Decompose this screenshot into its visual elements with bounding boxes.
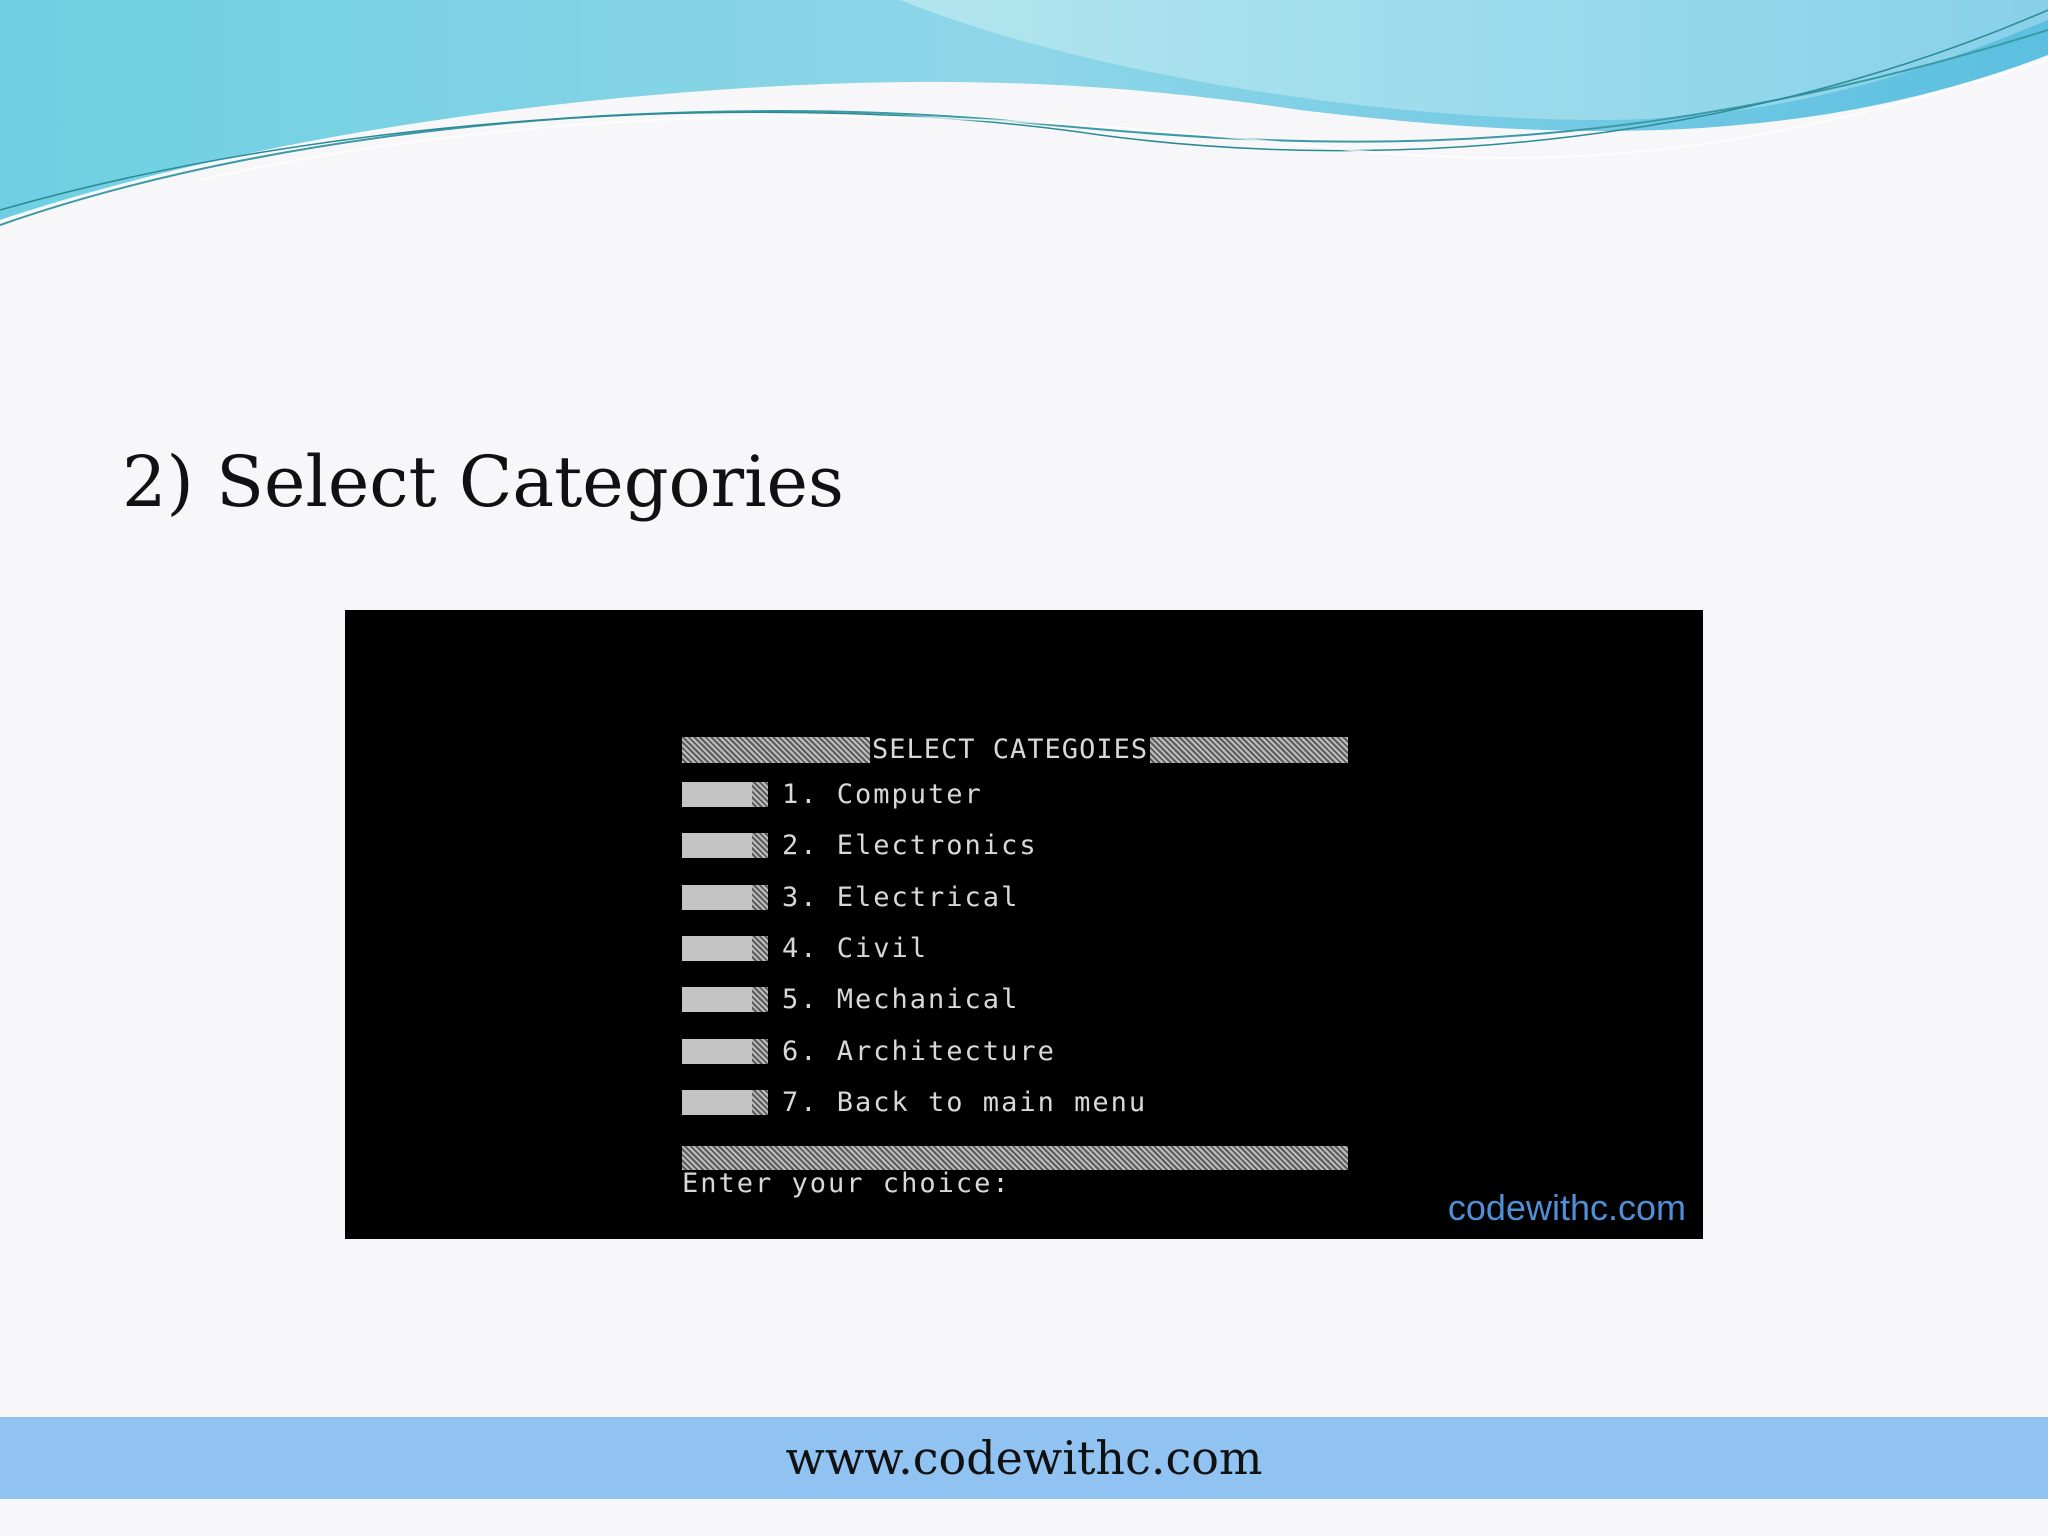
slide-title: 2) Select Categories xyxy=(122,441,844,523)
menu-item-block xyxy=(682,781,752,807)
menu-item-label: 2. Electronics xyxy=(782,829,1038,861)
watermark-text: codewithc.com xyxy=(1447,1187,1686,1228)
menu-item-civil: 4. Civil xyxy=(682,932,929,964)
console-screenshot: SELECT CATEGOIES 1. Computer 2. Electron… xyxy=(345,610,1703,1239)
menu-item-block-shade xyxy=(752,986,768,1012)
menu-item-block-shade xyxy=(752,935,768,961)
menu-item-label: 4. Civil xyxy=(782,932,929,964)
menu-item-block-shade xyxy=(752,1038,768,1064)
decorative-wave-header xyxy=(0,0,2048,226)
menu-item-block xyxy=(682,986,752,1012)
menu-item-block-shade xyxy=(752,781,768,807)
footer-bar: www.codewithc.com xyxy=(0,1417,2048,1499)
console-prompt: Enter your choice: xyxy=(682,1168,1011,1199)
console-header-text: SELECT CATEGOIES xyxy=(872,734,1149,765)
menu-item-block xyxy=(682,832,752,858)
menu-item-block xyxy=(682,935,752,961)
menu-item-block-shade xyxy=(752,1089,768,1115)
menu-item-label: 6. Architecture xyxy=(782,1035,1056,1067)
menu-item-label: 1. Computer xyxy=(782,778,983,810)
menu-item-back-to-main-menu: 7. Back to main menu xyxy=(682,1086,1148,1118)
menu-item-mechanical: 5. Mechanical xyxy=(682,983,1020,1015)
menu-item-label: 5. Mechanical xyxy=(782,983,1020,1015)
menu-item-label: 7. Back to main menu xyxy=(782,1086,1148,1118)
footer-url: www.codewithc.com xyxy=(785,1431,1263,1485)
header-hatch-left xyxy=(682,737,870,763)
console-header-row: SELECT CATEGOIES xyxy=(682,736,1348,764)
menu-item-electronics: 2. Electronics xyxy=(682,829,1038,861)
menu-item-block-shade xyxy=(752,884,768,910)
menu-item-electrical: 3. Electrical xyxy=(682,881,1020,913)
console-divider xyxy=(682,1146,1348,1170)
menu-item-label: 3. Electrical xyxy=(782,881,1020,913)
menu-item-computer: 1. Computer xyxy=(682,778,983,810)
menu-item-block xyxy=(682,884,752,910)
menu-item-architecture: 6. Architecture xyxy=(682,1035,1056,1067)
header-hatch-right xyxy=(1150,737,1348,763)
menu-item-block xyxy=(682,1038,752,1064)
menu-item-block xyxy=(682,1089,752,1115)
menu-item-block-shade xyxy=(752,832,768,858)
